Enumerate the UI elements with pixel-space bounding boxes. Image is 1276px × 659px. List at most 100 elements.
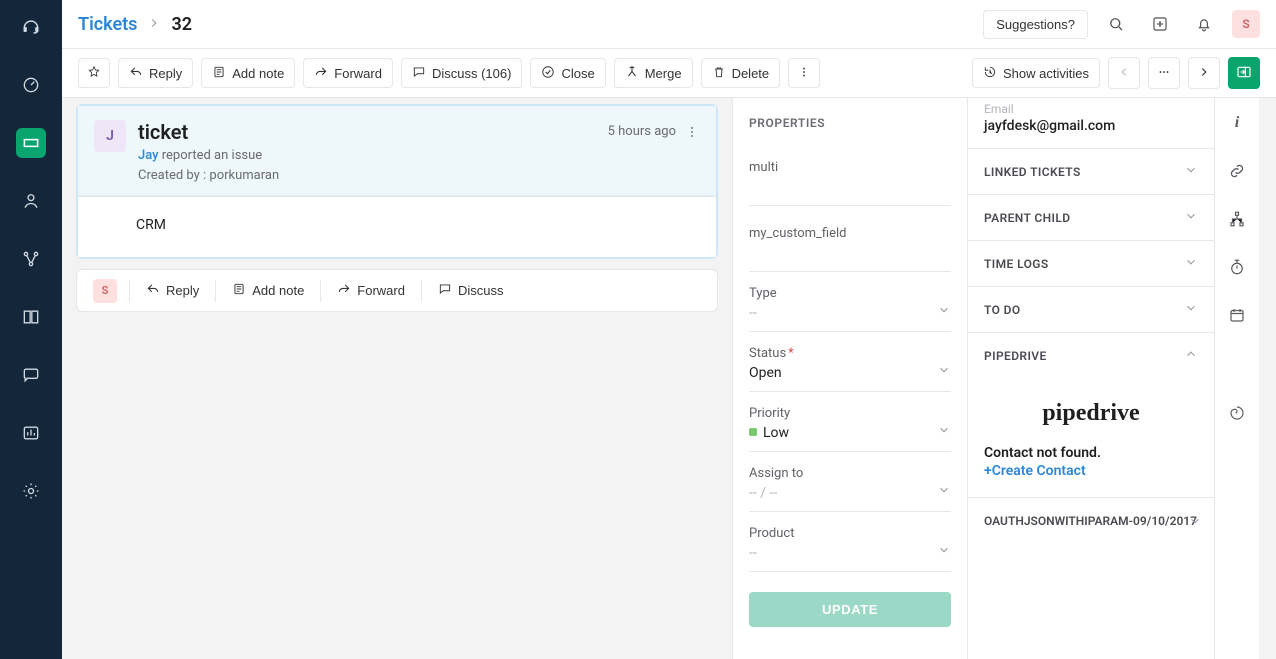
sitemap-icon[interactable] bbox=[1226, 208, 1248, 230]
user-avatar[interactable]: S bbox=[1232, 10, 1260, 38]
delete-button[interactable]: Delete bbox=[701, 58, 781, 88]
forward-icon bbox=[337, 282, 351, 299]
close-ticket-button[interactable]: Close bbox=[530, 58, 605, 88]
accordion-parent-child[interactable]: PARENT CHILD bbox=[968, 195, 1214, 241]
chevron-down-icon bbox=[1184, 163, 1198, 180]
show-activities-button[interactable]: Show activities bbox=[972, 58, 1100, 88]
reply-icon bbox=[129, 65, 143, 82]
prev-ticket-button[interactable] bbox=[1108, 57, 1140, 89]
ticket-more-icon[interactable] bbox=[680, 120, 704, 144]
accordion-time-logs[interactable]: TIME LOGS bbox=[968, 241, 1214, 287]
nav-reports[interactable] bbox=[16, 418, 46, 448]
context-panel: Email jayfdesk@gmail.com LINKED TICKETS … bbox=[967, 98, 1214, 659]
accordion-linked-tickets[interactable]: LINKED TICKETS bbox=[968, 149, 1214, 195]
notifications-icon[interactable] bbox=[1188, 8, 1220, 40]
nav-contacts[interactable] bbox=[16, 186, 46, 216]
toggle-side-panel-button[interactable] bbox=[1228, 57, 1260, 89]
field-label: Type bbox=[749, 286, 951, 301]
field-multi[interactable]: multi bbox=[749, 140, 951, 206]
breadcrumb: Tickets 32 bbox=[78, 14, 192, 35]
field-assign-to[interactable]: Assign to -- / -- bbox=[749, 452, 951, 512]
calendar-icon[interactable] bbox=[1226, 304, 1248, 326]
new-ticket-icon[interactable] bbox=[1144, 8, 1176, 40]
note-icon bbox=[232, 282, 246, 299]
forward-button[interactable]: Forward bbox=[303, 58, 393, 88]
context-icon-rail: i bbox=[1214, 98, 1259, 659]
update-button[interactable]: UPDATE bbox=[749, 592, 951, 627]
nav-knowledge[interactable] bbox=[16, 302, 46, 332]
brand-logo[interactable] bbox=[16, 12, 46, 42]
properties-header: PROPERTIES bbox=[749, 98, 951, 140]
note-icon bbox=[212, 65, 226, 82]
field-value: -- / -- bbox=[749, 485, 951, 505]
reporter-name[interactable]: Jay bbox=[138, 148, 159, 163]
add-note-button[interactable]: Add note bbox=[201, 58, 295, 88]
properties-panel: PROPERTIES multi my_custom_field Type --… bbox=[732, 98, 967, 659]
info-icon[interactable]: i bbox=[1226, 112, 1248, 134]
agent-avatar: S bbox=[93, 279, 117, 303]
field-value bbox=[749, 179, 951, 199]
field-label: my_custom_field bbox=[749, 226, 951, 241]
reply-inline-button[interactable]: Reply bbox=[134, 278, 211, 303]
chevron-right-icon bbox=[1197, 65, 1211, 82]
suggestions-button[interactable]: Suggestions? bbox=[983, 10, 1088, 39]
field-my-custom[interactable]: my_custom_field bbox=[749, 206, 951, 272]
chevron-down-icon bbox=[937, 363, 951, 381]
discuss-button[interactable]: Discuss (106) bbox=[401, 58, 522, 88]
field-label: multi bbox=[749, 160, 951, 175]
chevron-up-icon bbox=[1184, 347, 1198, 364]
breadcrumb-root[interactable]: Tickets bbox=[78, 14, 137, 35]
ticket-title: ticket bbox=[138, 120, 279, 144]
nav-chat[interactable] bbox=[16, 360, 46, 390]
nav-tickets[interactable] bbox=[16, 128, 46, 158]
kebab-icon bbox=[797, 65, 811, 82]
chevron-down-icon bbox=[937, 483, 951, 501]
ticket-card: J ticket Jay reported an issue Created b… bbox=[76, 104, 718, 259]
nav-more-button[interactable] bbox=[1148, 57, 1180, 89]
accordion-pipedrive: PIPEDRIVE pipedrive Contact not found. +… bbox=[968, 333, 1214, 498]
nav-settings[interactable] bbox=[16, 476, 46, 506]
email-value: jayfdesk@gmail.com bbox=[984, 118, 1198, 134]
chevron-down-icon bbox=[1184, 209, 1198, 226]
history-icon bbox=[983, 65, 997, 82]
pipedrive-not-found: Contact not found. bbox=[984, 445, 1198, 461]
nav-dashboard[interactable] bbox=[16, 70, 46, 100]
integration-icon[interactable] bbox=[1226, 402, 1248, 424]
add-note-inline-button[interactable]: Add note bbox=[220, 278, 316, 303]
chevron-right-icon bbox=[147, 14, 161, 35]
ticket-body: CRM bbox=[78, 197, 716, 257]
favorite-button[interactable] bbox=[78, 58, 110, 88]
email-label: Email bbox=[984, 102, 1198, 116]
chevron-down-icon bbox=[937, 303, 951, 321]
field-status[interactable]: Status* Open bbox=[749, 332, 951, 392]
field-label: Product bbox=[749, 526, 951, 541]
search-icon[interactable] bbox=[1100, 8, 1132, 40]
stopwatch-icon[interactable] bbox=[1226, 256, 1248, 278]
created-by-label: Created by : bbox=[138, 168, 209, 183]
accordion-to-do[interactable]: TO DO bbox=[968, 287, 1214, 333]
create-contact-link[interactable]: +Create Contact bbox=[984, 463, 1086, 479]
next-ticket-button[interactable] bbox=[1188, 57, 1220, 89]
reply-button[interactable]: Reply bbox=[118, 58, 193, 88]
star-icon bbox=[87, 65, 101, 82]
merge-button[interactable]: Merge bbox=[614, 58, 693, 88]
ticket-time: 5 hours ago bbox=[608, 124, 676, 139]
field-product[interactable]: Product -- bbox=[749, 512, 951, 572]
nav-automation[interactable] bbox=[16, 244, 46, 274]
link-icon[interactable] bbox=[1226, 160, 1248, 182]
page-header: Tickets 32 Suggestions? S bbox=[62, 0, 1276, 49]
discuss-inline-button[interactable]: Discuss bbox=[426, 278, 516, 303]
discuss-icon bbox=[412, 65, 426, 82]
check-icon bbox=[541, 65, 555, 82]
accordion-integration-oauthjson[interactable]: OAUTHJSONWITHIPARAM-09/10/2017 bbox=[968, 498, 1214, 544]
field-priority[interactable]: Priority Low bbox=[749, 392, 951, 452]
forward-inline-button[interactable]: Forward bbox=[325, 278, 417, 303]
field-value: Open bbox=[749, 365, 951, 385]
field-type[interactable]: Type -- bbox=[749, 272, 951, 332]
reporter-avatar: J bbox=[94, 120, 126, 152]
reply-bar: S Reply Add note Forward Discuss bbox=[76, 269, 718, 312]
chevron-left-icon bbox=[1117, 65, 1131, 82]
dots-horizontal-icon bbox=[1157, 65, 1171, 82]
more-actions-button[interactable] bbox=[788, 58, 820, 88]
created-by: porkumaran bbox=[209, 168, 279, 183]
